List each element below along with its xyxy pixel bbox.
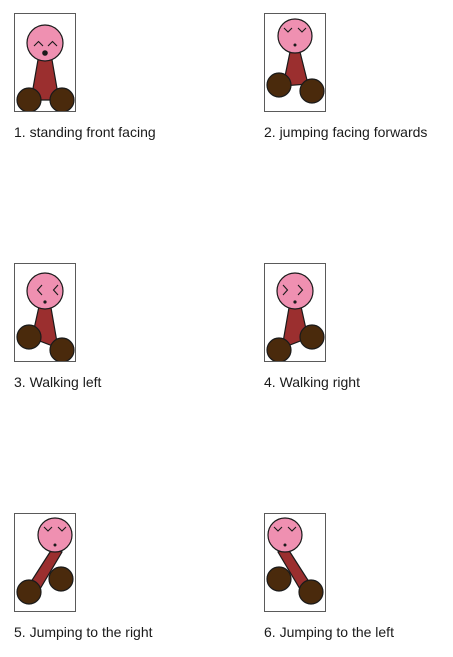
character-wheel-right [48,566,74,592]
sprite-caption: 6. Jumping to the left [264,624,394,640]
character-mouth [43,300,47,304]
character-wheel-right [299,324,325,350]
character-sprite-jumping-left [266,517,324,605]
character-wheel-left [16,579,42,605]
character-wheel-right [299,78,325,104]
sprite-cell-1: 1. standing front facing [14,13,229,153]
character-sprite-walking-right [266,272,325,361]
character-wheel-right [49,87,75,111]
sprite-cell-4: 4. Walking right [264,263,453,403]
sprite-caption: 5. Jumping to the right [14,624,153,640]
character-mouth [293,43,297,47]
sprite-frame [264,513,326,612]
sprite-cell-5: 5. Jumping to the right [14,513,229,653]
character-head [276,272,314,310]
character-sprite-jumping-forwards [266,18,325,104]
sprite-cell-6: 6. Jumping to the left [264,513,453,653]
character-sprite-jumping-right [16,517,74,605]
sprite-frame [14,513,76,612]
character-head [26,272,64,310]
character-sprite-walking-left [16,272,75,361]
character-mouth [53,543,57,547]
character-wheel-left [266,72,292,98]
sprite-caption: 4. Walking right [264,374,360,390]
sprite-cell-3: 3. Walking left [14,263,229,403]
character-head [37,517,73,553]
character-mouth [293,300,297,304]
character-sprite-standing [16,24,75,111]
sprite-cell-2: 2. jumping facing forwards [264,13,453,153]
sprite-frame [14,13,76,112]
character-wheel-right [49,337,75,361]
character-mouth [283,543,287,547]
sprite-frame [264,13,326,112]
sprite-caption: 2. jumping facing forwards [264,124,428,140]
sprite-frame [14,263,76,362]
character-head [267,517,303,553]
sprite-frame [264,263,326,362]
character-head [277,18,313,54]
character-wheel-left [266,337,292,361]
character-wheel-left [266,566,292,592]
character-wheel-left [16,324,42,350]
sprite-caption: 3. Walking left [14,374,102,390]
character-mouth [42,50,48,56]
character-wheel-left [16,87,42,111]
character-wheel-right [298,579,324,605]
sprite-caption: 1. standing front facing [14,124,156,140]
